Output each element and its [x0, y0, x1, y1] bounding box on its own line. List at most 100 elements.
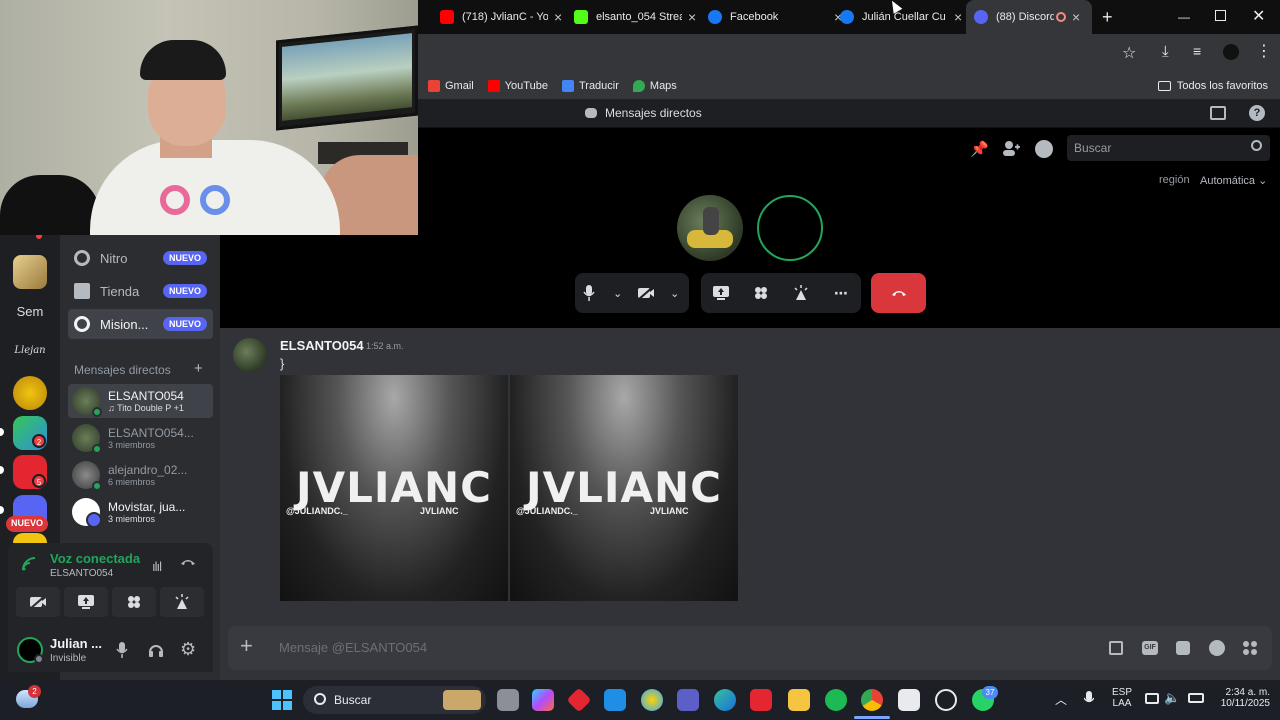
- gif-icon[interactable]: GIF: [1142, 641, 1158, 655]
- more-menu-icon[interactable]: ⋮: [1256, 41, 1272, 61]
- dm-item[interactable]: ELSANTO054... 3 miembros: [68, 421, 213, 455]
- headphones-icon[interactable]: [148, 642, 164, 658]
- capcut-icon[interactable]: [898, 689, 920, 711]
- disconnect-icon[interactable]: [180, 558, 196, 568]
- signal-icon[interactable]: [22, 557, 36, 571]
- dm-item[interactable]: Movistar, jua... 3 miembros: [68, 495, 213, 529]
- nav-shop[interactable]: Tienda NUEVO: [68, 276, 213, 306]
- soundboard-icon[interactable]: [791, 283, 811, 303]
- dm-item[interactable]: alejandro_02... 6 miembros: [68, 458, 213, 492]
- microphone-icon[interactable]: [579, 283, 599, 303]
- activities-icon[interactable]: [751, 283, 771, 303]
- restore-icon[interactable]: [1215, 10, 1226, 21]
- browser-tab[interactable]: (718) JvlianC - Yo ×: [432, 0, 570, 34]
- microphone-icon[interactable]: [116, 642, 128, 658]
- noise-suppression-icon[interactable]: ılıl: [152, 559, 162, 574]
- disconnect-call-button[interactable]: [871, 273, 926, 313]
- volume-icon[interactable]: 🔈: [1164, 690, 1180, 706]
- server-label-llejan[interactable]: Llejan: [11, 345, 49, 356]
- chevron-up-icon[interactable]: ︿: [1055, 691, 1067, 708]
- download-icon[interactable]: ⤓: [1162, 43, 1169, 60]
- settings-gear-icon[interactable]: ⚙: [180, 639, 196, 660]
- new-tab-button[interactable]: +: [1102, 7, 1113, 28]
- screen-share-button[interactable]: [64, 587, 108, 617]
- camera-off-icon[interactable]: [636, 283, 656, 303]
- message-author-avatar[interactable]: [233, 338, 267, 372]
- activities-button[interactable]: [112, 587, 156, 617]
- app-icon[interactable]: [641, 689, 663, 711]
- soundboard-button[interactable]: [160, 587, 204, 617]
- region-select[interactable]: Automática ⌄: [1200, 174, 1267, 187]
- message-composer[interactable]: + Mensaje @ELSANTO054 GIF: [228, 626, 1272, 670]
- message-image[interactable]: JVLIANC @JULIANDC._ JVLIANC: [510, 375, 738, 601]
- store-icon[interactable]: [604, 689, 626, 711]
- add-friend-icon[interactable]: [1002, 140, 1020, 156]
- chevron-down-icon[interactable]: ⌄: [608, 283, 628, 303]
- browser-tab[interactable]: Facebook ×: [700, 0, 850, 34]
- close-tab-icon[interactable]: ×: [688, 9, 696, 25]
- emoji-icon[interactable]: [1209, 640, 1225, 656]
- bookmark-maps[interactable]: Maps: [632, 79, 677, 92]
- browser-tab[interactable]: Julián Cuellar Cu ×: [832, 0, 970, 34]
- clock[interactable]: 2:34 a. m. 10/11/2025: [1208, 687, 1270, 709]
- battery-icon[interactable]: [1188, 693, 1204, 703]
- message-author[interactable]: ELSANTO054: [280, 338, 364, 353]
- browser-tab-active[interactable]: (88) Discord ×: [966, 0, 1092, 34]
- participant-avatar[interactable]: [677, 195, 743, 261]
- taskbar-search[interactable]: Buscar: [303, 686, 486, 714]
- voice-channel[interactable]: ELSANTO054: [50, 568, 113, 579]
- close-tab-icon[interactable]: ×: [954, 9, 962, 25]
- message-image[interactable]: JVLIANC @JULIANDC._ JVLIANC: [280, 375, 508, 601]
- chevron-down-icon[interactable]: ⌄: [665, 283, 685, 303]
- inbox-icon[interactable]: [1210, 106, 1226, 120]
- teams-icon[interactable]: [677, 689, 699, 711]
- close-window-icon[interactable]: ✕: [1252, 6, 1265, 26]
- microphone-icon[interactable]: [1084, 691, 1094, 707]
- apps-icon[interactable]: [1242, 640, 1258, 656]
- server-icon[interactable]: [13, 533, 47, 543]
- avatar[interactable]: [17, 637, 44, 664]
- search-input[interactable]: Buscar: [1067, 135, 1270, 161]
- sticker-icon[interactable]: [1176, 641, 1190, 655]
- server-icon[interactable]: [13, 255, 47, 289]
- close-tab-icon[interactable]: ×: [1072, 9, 1080, 25]
- language-indicator[interactable]: ESP LAA: [1112, 687, 1132, 709]
- bookmark-translate[interactable]: Traducir: [561, 79, 619, 92]
- profile-avatar[interactable]: [1223, 44, 1239, 60]
- edge-icon[interactable]: [714, 689, 736, 711]
- wps-icon[interactable]: [750, 689, 772, 711]
- all-bookmarks[interactable]: Todos los favoritos: [1157, 80, 1268, 92]
- dm-item[interactable]: ELSANTO054 ♫ Tito Double P +1: [68, 384, 213, 418]
- bookmark-gmail[interactable]: Gmail: [428, 79, 474, 92]
- user-profile-icon[interactable]: [1035, 140, 1053, 158]
- help-icon[interactable]: ?: [1249, 105, 1265, 121]
- network-icon[interactable]: [1145, 693, 1159, 704]
- username[interactable]: Julian ...: [50, 636, 102, 651]
- bookmark-youtube[interactable]: YouTube: [487, 79, 548, 92]
- more-options-icon[interactable]: ⋯: [831, 283, 851, 303]
- gift-icon[interactable]: [1109, 641, 1123, 655]
- nav-nitro[interactable]: Nitro NUEVO: [68, 243, 213, 273]
- participant-avatar-self[interactable]: [757, 195, 823, 261]
- app-icon[interactable]: [566, 687, 592, 713]
- spotify-icon[interactable]: [825, 689, 847, 711]
- bookmark-star-icon[interactable]: ☆: [1122, 43, 1136, 63]
- windows-start-icon[interactable]: [272, 690, 292, 710]
- create-dm-button[interactable]: +: [194, 360, 203, 377]
- screen-share-icon[interactable]: [711, 283, 731, 303]
- server-icon[interactable]: [13, 376, 47, 410]
- file-explorer-icon[interactable]: [788, 689, 810, 711]
- copilot-icon[interactable]: [532, 689, 554, 711]
- message-input-placeholder[interactable]: Mensaje @ELSANTO054: [279, 640, 427, 655]
- obs-icon[interactable]: [935, 689, 957, 711]
- close-tab-icon[interactable]: ×: [554, 9, 562, 25]
- task-view-icon[interactable]: [497, 689, 519, 711]
- media-control-icon[interactable]: ≡: [1193, 43, 1201, 59]
- pin-icon[interactable]: 📌: [970, 140, 989, 158]
- chrome-icon[interactable]: [861, 689, 883, 711]
- server-label-sem[interactable]: Sem: [13, 304, 47, 319]
- attach-plus-icon[interactable]: +: [240, 635, 253, 657]
- camera-button[interactable]: [16, 587, 60, 617]
- nav-quests[interactable]: Mision... NUEVO: [68, 309, 213, 339]
- browser-tab[interactable]: elsanto_054 Strea ×: [566, 0, 704, 34]
